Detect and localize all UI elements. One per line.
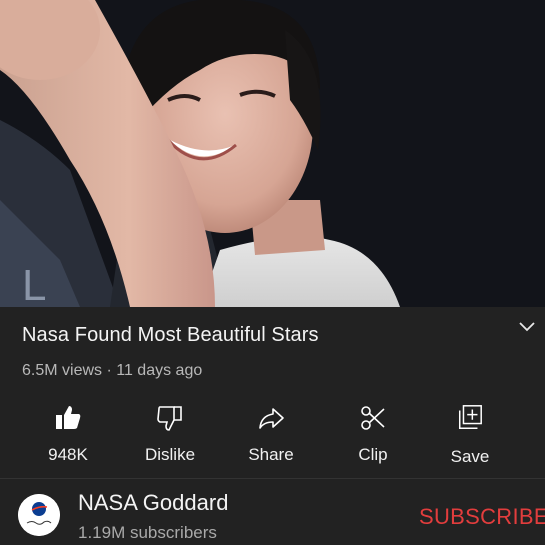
dislike-button[interactable]: Dislike	[125, 399, 215, 467]
video-title: Nasa Found Most Beautiful Stars	[22, 323, 319, 346]
scissors-icon	[361, 406, 385, 430]
share-label: Share	[248, 445, 294, 464]
thumbs-down-icon	[157, 406, 182, 431]
channel-row[interactable]: NASA Goddard 1.19M subscribers SUBSCRIBE	[0, 485, 545, 545]
share-icon	[259, 408, 284, 429]
share-button[interactable]: Share	[226, 399, 316, 467]
clip-label: Clip	[358, 445, 388, 464]
channel-name[interactable]: NASA Goddard	[78, 490, 228, 516]
dislike-label: Dislike	[144, 445, 196, 464]
like-button[interactable]: 948K	[23, 399, 113, 467]
subscribe-button[interactable]: SUBSCRIBE	[419, 504, 545, 530]
subscriber-count: 1.19M subscribers	[78, 523, 217, 542]
channel-avatar[interactable]	[18, 494, 60, 536]
title-row[interactable]: Nasa Found Most Beautiful Stars	[22, 315, 527, 355]
add-to-playlist-icon	[458, 405, 482, 429]
video-player[interactable]: L	[0, 0, 545, 307]
action-bar: 948K Dislike Share Clip Save	[0, 399, 545, 469]
clip-button[interactable]: Clip	[328, 399, 418, 467]
svg-text:L: L	[22, 261, 46, 307]
video-info-panel: Nasa Found Most Beautiful Stars 6.5M vie…	[0, 307, 545, 545]
video-meta: 6.5M views · 11 days ago	[22, 362, 203, 379]
chevron-down-icon[interactable]	[517, 317, 537, 337]
save-button[interactable]: Save	[425, 399, 515, 467]
like-count: 948K	[48, 445, 88, 464]
thumbs-up-icon	[56, 406, 81, 429]
divider	[0, 478, 545, 479]
save-label: Save	[450, 447, 490, 466]
nasa-logo-icon	[18, 494, 60, 536]
video-frame-image: L	[0, 0, 545, 307]
